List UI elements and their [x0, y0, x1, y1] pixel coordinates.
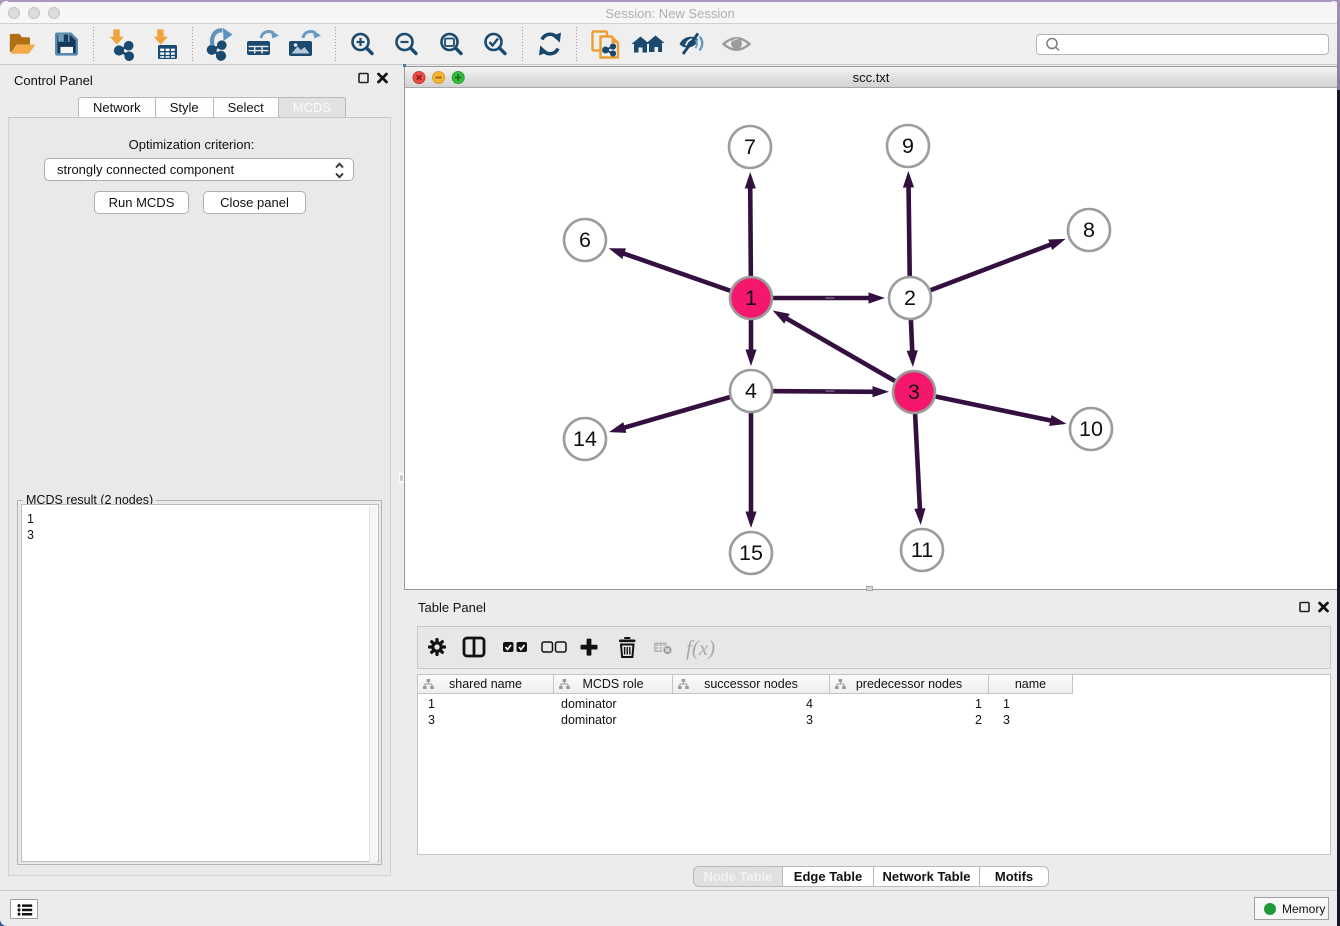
- svg-text:2: 2: [904, 286, 916, 310]
- svg-text:7: 7: [744, 135, 756, 159]
- svg-text:15: 15: [739, 541, 763, 565]
- svg-text:4: 4: [745, 379, 757, 403]
- svg-text:3: 3: [908, 380, 920, 404]
- svg-text:6: 6: [579, 228, 591, 252]
- svg-text:f(x): f(x): [686, 636, 715, 660]
- svg-text:8: 8: [1083, 218, 1095, 242]
- svg-text:1: 1: [745, 286, 757, 310]
- svg-text:10: 10: [1079, 417, 1103, 441]
- svg-text:9: 9: [902, 134, 914, 158]
- svg-text:14: 14: [573, 427, 597, 451]
- svg-text:11: 11: [911, 538, 933, 562]
